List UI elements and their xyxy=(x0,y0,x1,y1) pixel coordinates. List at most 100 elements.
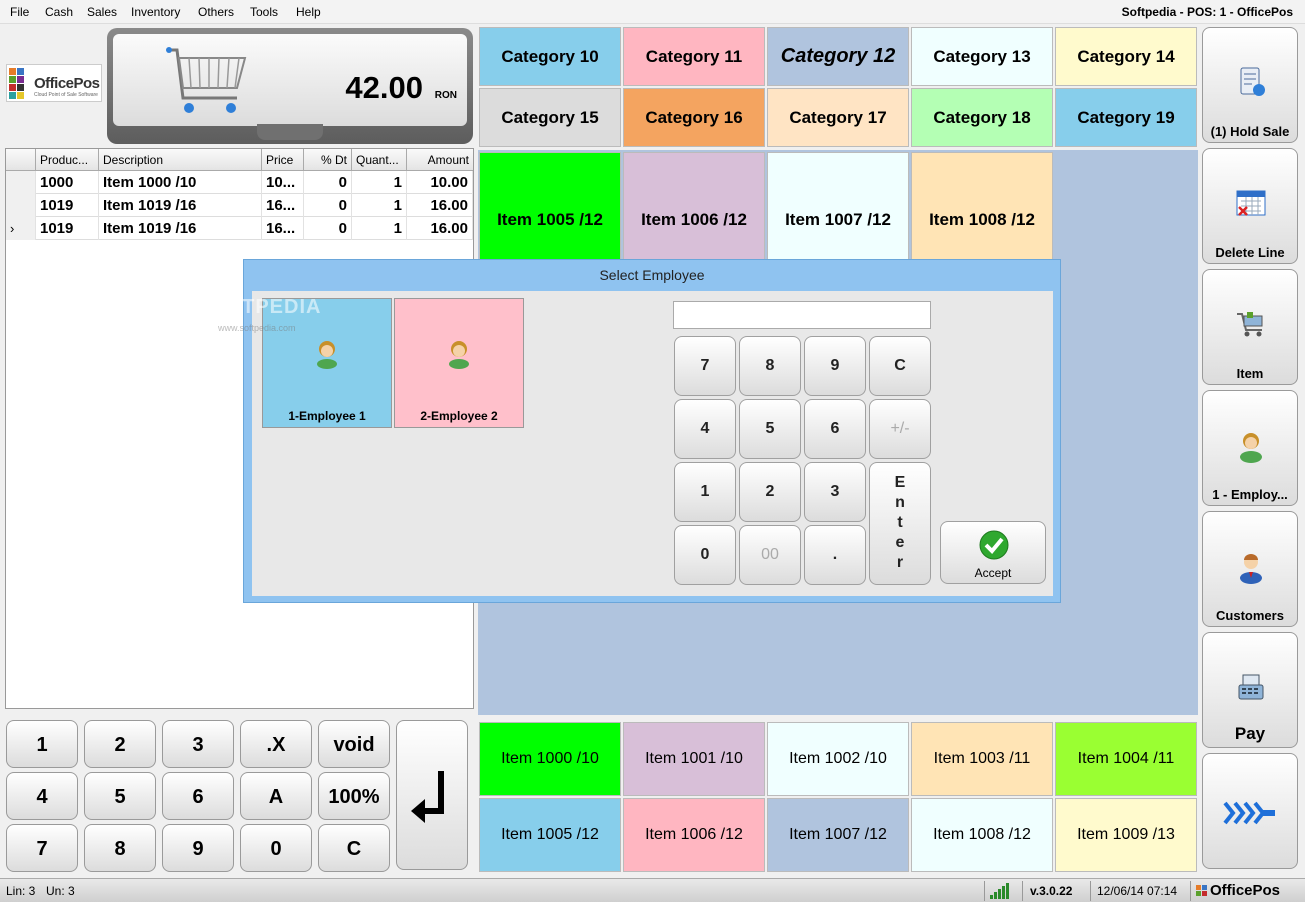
keypad-key[interactable]: 6 xyxy=(162,772,234,820)
category-tile[interactable]: Category 16 xyxy=(623,88,765,147)
item-tile[interactable]: Item 1009 /13 xyxy=(1055,798,1197,872)
numpad-key[interactable]: 3 xyxy=(804,462,866,522)
numpad-key[interactable]: 2 xyxy=(739,462,801,522)
action-button-employee[interactable]: 1 - Employ... xyxy=(1202,390,1298,506)
keypad-key[interactable]: 8 xyxy=(84,824,156,872)
item-tile[interactable]: Item 1003 /11 xyxy=(911,722,1053,796)
delete-line-icon xyxy=(1233,185,1269,221)
employee-tile[interactable]: 2-Employee 2 xyxy=(394,298,524,428)
item-tile[interactable]: Item 1006 /12 xyxy=(623,798,765,872)
numpad-key[interactable]: C xyxy=(869,336,931,396)
keypad-key[interactable]: 9 xyxy=(162,824,234,872)
numeric-input[interactable] xyxy=(673,301,931,329)
watermark-sub: www.softpedia.com xyxy=(218,323,296,333)
category-tile[interactable]: Category 17 xyxy=(767,88,909,147)
category-tile[interactable]: Category 10 xyxy=(479,27,621,86)
keypad-key[interactable]: 5 xyxy=(84,772,156,820)
item-tile[interactable]: Item 1005 /12 xyxy=(479,798,621,872)
keypad-key[interactable]: 100% xyxy=(318,772,390,820)
cell-price: 16... xyxy=(262,217,304,240)
numpad-key[interactable]: 4 xyxy=(674,399,736,459)
category-tile[interactable]: Category 15 xyxy=(479,88,621,147)
column-discount[interactable]: % Dt xyxy=(304,149,352,171)
action-button-customer[interactable]: Customers xyxy=(1202,511,1298,627)
menu-tools[interactable]: Tools xyxy=(250,5,278,19)
keypad-key[interactable]: 3 xyxy=(162,720,234,768)
keypad-key[interactable]: .X xyxy=(240,720,312,768)
numpad-key[interactable]: 8 xyxy=(739,336,801,396)
checkmark-icon xyxy=(979,530,1009,560)
select-employee-dialog: Select Employee 1-Employee 1 2-Employee 2… xyxy=(243,259,1061,603)
action-button-item-cart[interactable]: Item xyxy=(1202,269,1298,385)
cell-marker xyxy=(6,194,36,217)
enter-arrow-icon xyxy=(411,771,444,823)
accept-button[interactable]: Accept xyxy=(940,521,1046,584)
cell-qty: 1 xyxy=(352,217,407,240)
item-tile[interactable]: Item 1004 /11 xyxy=(1055,722,1197,796)
category-tile[interactable]: Category 19 xyxy=(1055,88,1197,147)
menu-bar: File Cash Sales Inventory Others Tools H… xyxy=(0,0,1305,24)
numpad-key[interactable]: . xyxy=(804,525,866,585)
category-tile[interactable]: Category 18 xyxy=(911,88,1053,147)
keypad-key[interactable]: 1 xyxy=(6,720,78,768)
grid-header: Produc... Description Price % Dt Quant..… xyxy=(6,149,473,171)
action-label: Item xyxy=(1236,366,1264,381)
numpad-key[interactable]: 6 xyxy=(804,399,866,459)
action-button-cash-register[interactable]: Pay xyxy=(1202,632,1298,748)
column-price[interactable]: Price xyxy=(262,149,304,171)
enter-key[interactable] xyxy=(396,720,468,870)
action-button-delete-line[interactable]: Delete Line xyxy=(1202,148,1298,264)
total-display: 42.00 RON xyxy=(107,28,473,144)
category-tile[interactable]: Category 12 xyxy=(767,27,909,86)
numpad-key[interactable]: 9 xyxy=(804,336,866,396)
keypad-key[interactable]: C xyxy=(318,824,390,872)
item-tile[interactable]: Item 1001 /10 xyxy=(623,722,765,796)
numpad-key[interactable]: 0 xyxy=(674,525,736,585)
keypad-key[interactable]: 0 xyxy=(240,824,312,872)
cell-description: Item 1000 /10 xyxy=(99,171,262,194)
officepos-logo: OfficePos Cloud Point of Sale Software xyxy=(6,64,102,102)
menu-sales[interactable]: Sales xyxy=(87,5,117,19)
menu-inventory[interactable]: Inventory xyxy=(131,5,180,19)
column-description[interactable]: Description xyxy=(99,149,262,171)
keypad-key[interactable]: 2 xyxy=(84,720,156,768)
numpad-key[interactable]: 00 xyxy=(739,525,801,585)
column-product[interactable]: Produc... xyxy=(36,149,99,171)
cell-discount: 0 xyxy=(304,171,352,194)
action-button-hold-sale[interactable]: (1) Hold Sale xyxy=(1202,27,1298,143)
table-row[interactable]: › 1019 Item 1019 /16 16... 0 1 16.00 xyxy=(6,217,473,240)
numpad-key[interactable]: 1 xyxy=(674,462,736,522)
column-amount[interactable]: Amount xyxy=(407,149,473,171)
numpad-key[interactable]: 7 xyxy=(674,336,736,396)
item-tile[interactable]: Item 1000 /10 xyxy=(479,722,621,796)
status-brand: OfficePos xyxy=(1210,882,1281,899)
numpad-key[interactable]: +/- xyxy=(869,399,931,459)
menu-file[interactable]: File xyxy=(10,5,29,19)
table-row[interactable]: 1000 Item 1000 /10 10... 0 1 10.00 xyxy=(6,171,473,194)
keypad-key[interactable]: void xyxy=(318,720,390,768)
cell-amount: 10.00 xyxy=(407,171,473,194)
menu-others[interactable]: Others xyxy=(198,5,234,19)
keypad-key[interactable]: 7 xyxy=(6,824,78,872)
logo-mark-icon xyxy=(9,68,31,99)
keypad-key[interactable]: 4 xyxy=(6,772,78,820)
numpad-enter-key[interactable]: Enter xyxy=(869,462,931,585)
menu-help[interactable]: Help xyxy=(296,5,321,19)
menu-cash[interactable]: Cash xyxy=(45,5,73,19)
cell-amount: 16.00 xyxy=(407,194,473,217)
item-cart-icon xyxy=(1233,306,1269,342)
category-tile[interactable]: Category 11 xyxy=(623,27,765,86)
table-row[interactable]: 1019 Item 1019 /16 16... 0 1 16.00 xyxy=(6,194,473,217)
column-quantity[interactable]: Quant... xyxy=(352,149,407,171)
keypad-key[interactable]: A xyxy=(240,772,312,820)
numpad-key[interactable]: 5 xyxy=(739,399,801,459)
dialog-title: Select Employee xyxy=(599,267,705,283)
cell-marker xyxy=(6,171,36,194)
category-tile[interactable]: Category 14 xyxy=(1055,27,1197,86)
item-tile[interactable]: Item 1007 /12 xyxy=(767,798,909,872)
item-tile[interactable]: Item 1002 /10 xyxy=(767,722,909,796)
action-button-next-page-arrows[interactable] xyxy=(1202,753,1298,869)
employee-label: 1-Employee 1 xyxy=(288,409,366,423)
category-tile[interactable]: Category 13 xyxy=(911,27,1053,86)
item-tile[interactable]: Item 1008 /12 xyxy=(911,798,1053,872)
